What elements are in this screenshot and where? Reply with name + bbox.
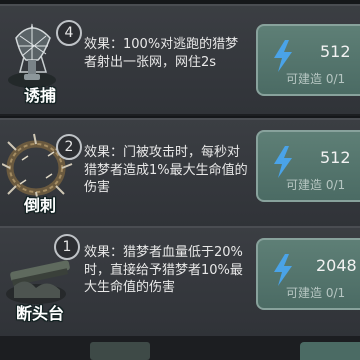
build-status: 可建造 0/1 <box>286 286 346 300</box>
level-badge: 1 <box>54 234 80 260</box>
build-cost: 512 <box>320 148 351 167</box>
energy-bolt-icon <box>274 40 292 72</box>
talent-name: 断头台 <box>15 304 64 323</box>
build-status: 可建造 0/1 <box>286 178 346 192</box>
energy-bolt-icon <box>274 254 292 286</box>
talent-description: 效果：门被攻击时，每秒对猎梦者造成1%最大生命值的伤害 <box>84 144 250 197</box>
build-button[interactable]: 512 可建造 0/1 <box>256 130 360 202</box>
build-status: 可建造 0/1 <box>286 72 346 86</box>
effect-label: 效果： <box>84 37 124 52</box>
talent-name: 诱捕 <box>23 86 56 105</box>
talent-row-guillotine: 1 断头台 效果：猎梦者血量低于20%时，直接给予猎梦者10%最大生命值的伤害 … <box>0 226 360 338</box>
talent-description: 效果：100%对逃跑的猎梦者射出一张网，网住2s <box>84 36 250 71</box>
talent-row-trap: 4 诱捕 效果：100%对逃跑的猎梦者射出一张网，网住2s 512 可建造 0/… <box>0 4 360 116</box>
next-row-button[interactable] <box>300 342 360 360</box>
level-badge: 2 <box>56 134 82 160</box>
build-cost: 2048 <box>316 256 357 275</box>
talent-name: 倒刺 <box>23 196 56 215</box>
energy-bolt-icon <box>274 146 292 178</box>
build-cost: 512 <box>320 42 351 61</box>
next-row-partial <box>0 336 360 360</box>
effect-label: 效果： <box>84 145 124 160</box>
next-row-icon <box>90 342 150 360</box>
talent-description: 效果：猎梦者血量低于20%时，直接给予猎梦者10%最大生命值的伤害 <box>84 244 250 297</box>
build-button[interactable]: 2048 可建造 0/1 <box>256 238 360 310</box>
talent-row-barb: 2 倒刺 效果：门被攻击时，每秒对猎梦者造成1%最大生命值的伤害 512 可建造… <box>0 118 360 230</box>
effect-label: 效果： <box>84 245 124 260</box>
level-badge: 4 <box>56 20 82 46</box>
build-button[interactable]: 512 可建造 0/1 <box>256 24 360 96</box>
